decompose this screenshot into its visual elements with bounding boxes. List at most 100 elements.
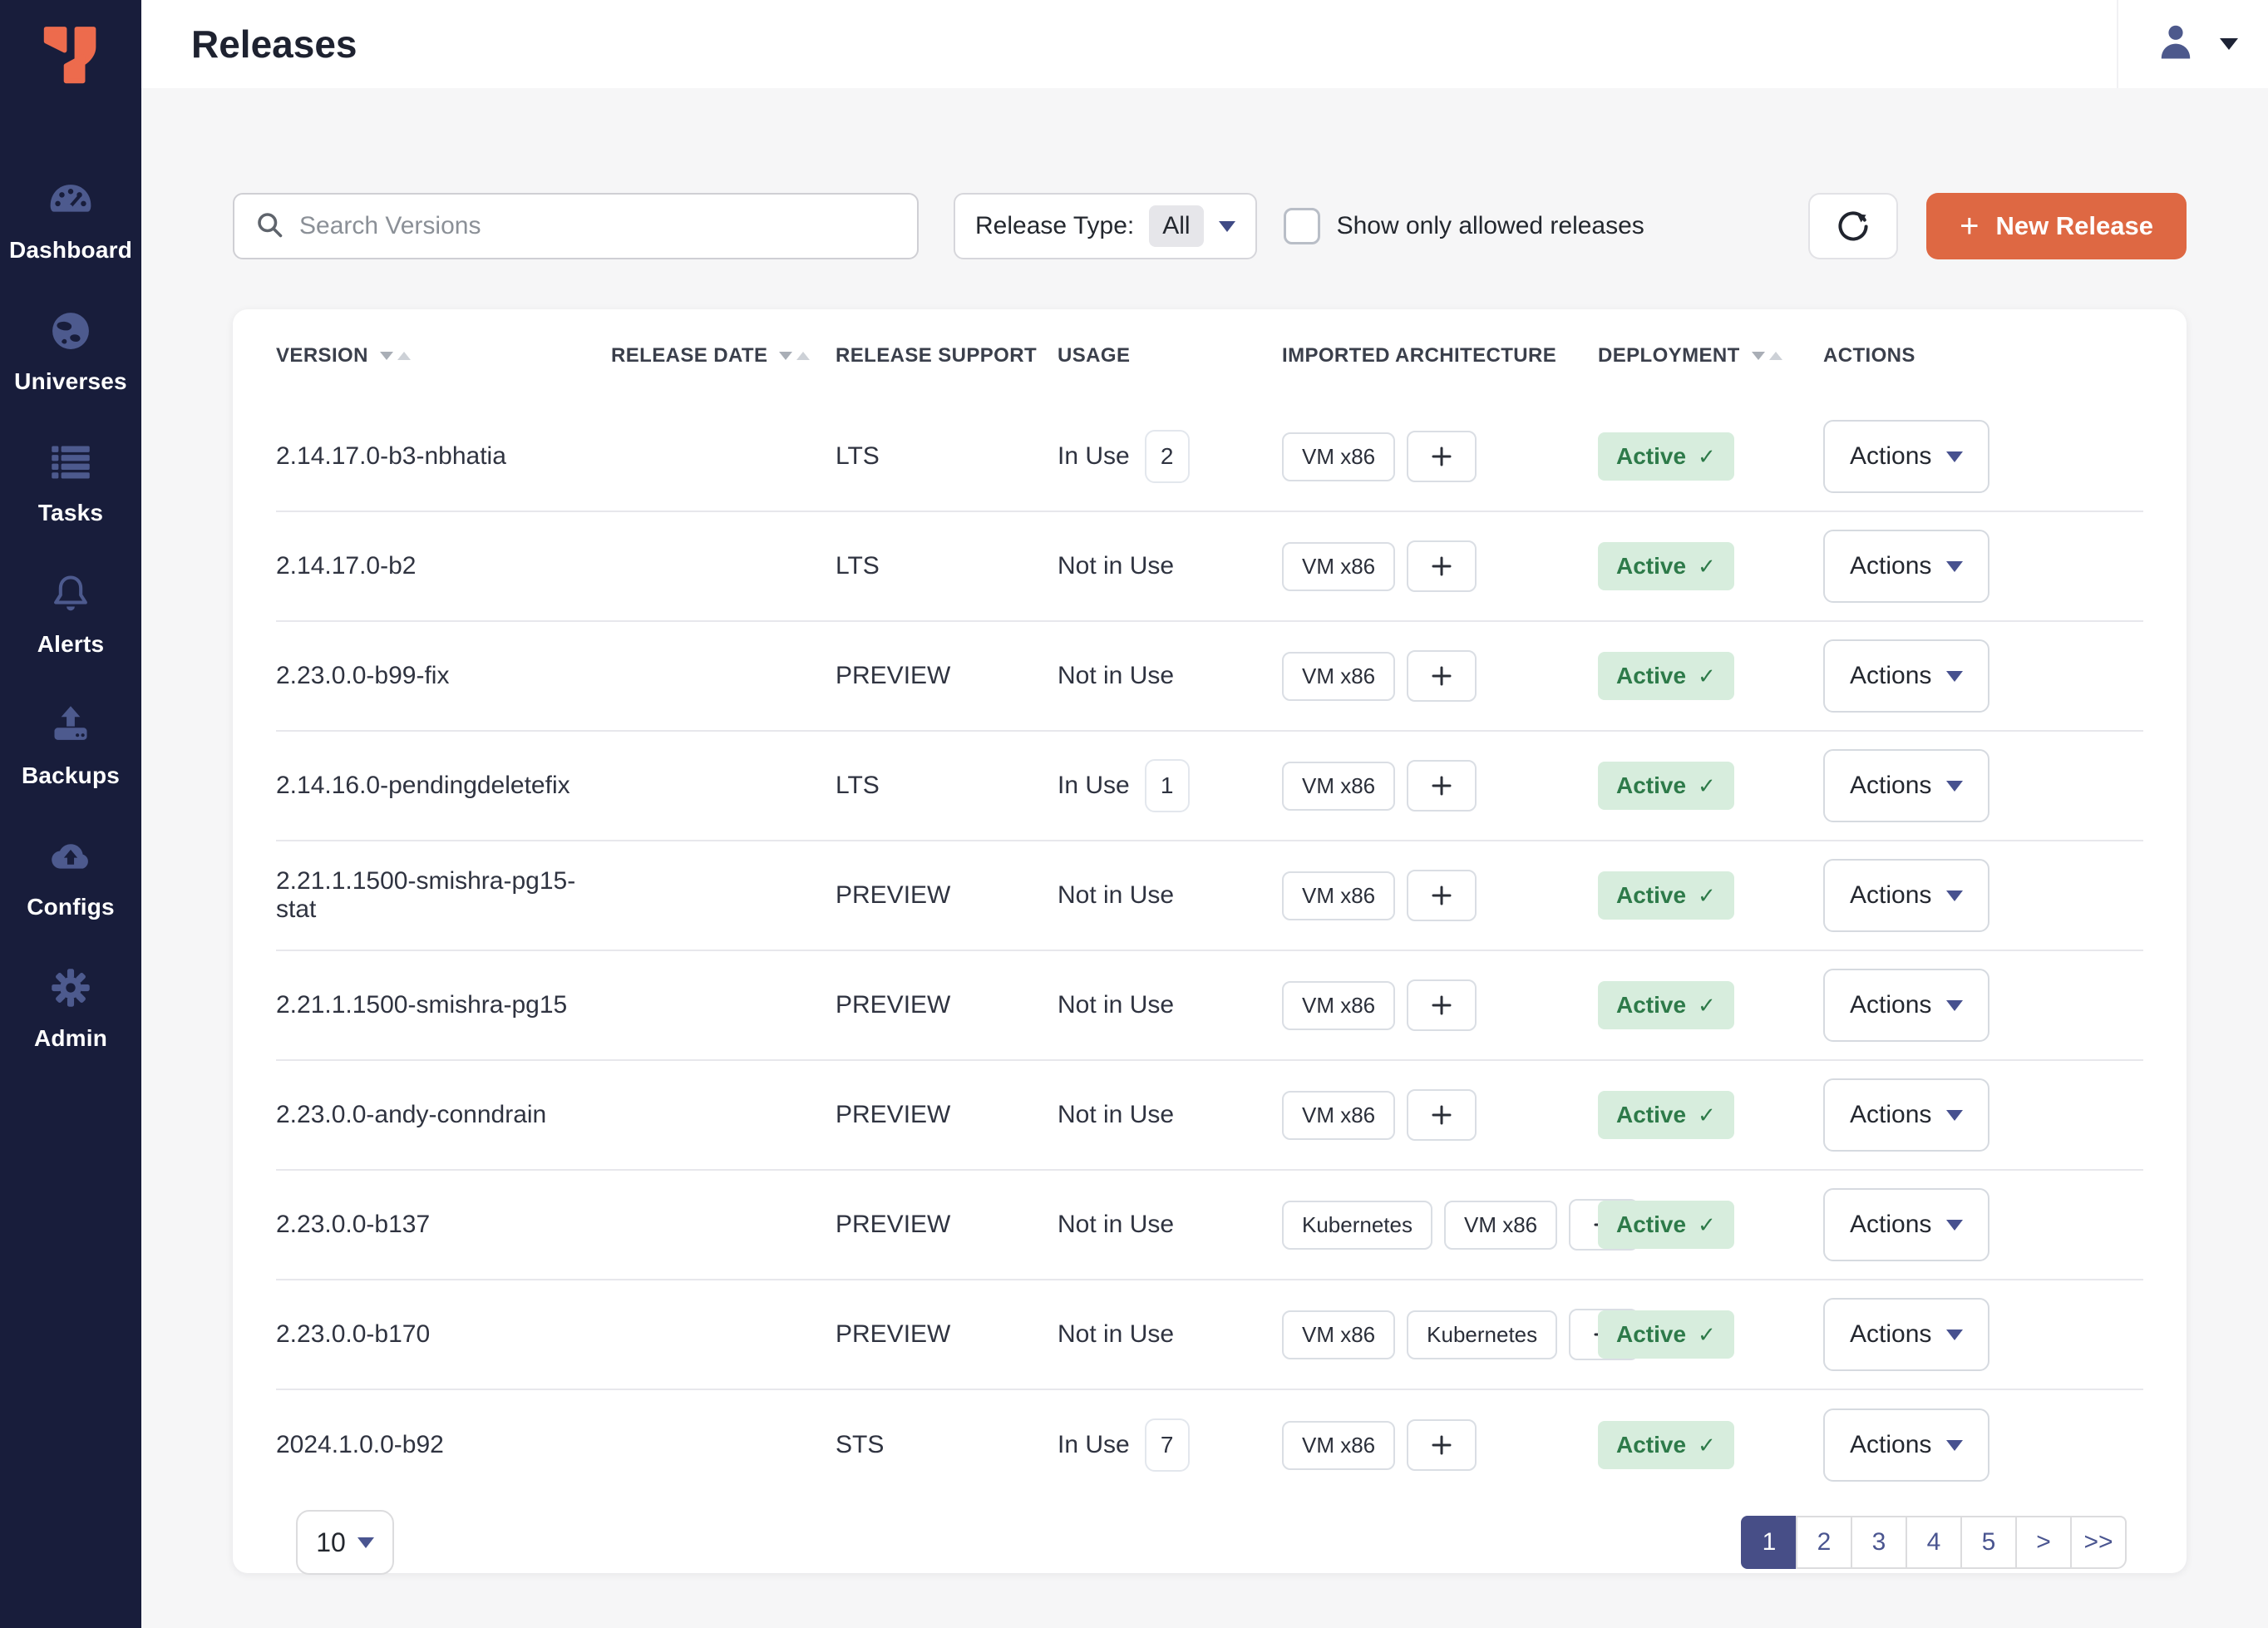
usage-text: Not in Use	[1058, 662, 1174, 690]
release-support: LTS	[836, 552, 1058, 580]
release-usage: Not in Use	[1058, 1211, 1282, 1239]
add-architecture-button[interactable]	[1407, 1419, 1477, 1471]
table-row[interactable]: 2.23.0.0-b137 PREVIEW Not in Use Kuberne…	[276, 1171, 2143, 1280]
release-support: STS	[836, 1431, 1058, 1459]
show-allowed-checkbox[interactable]	[1284, 208, 1320, 244]
table-row[interactable]: 2.23.0.0-b99-fix PREVIEW Not in Use VM x…	[276, 622, 2143, 732]
add-architecture-button[interactable]	[1407, 760, 1477, 812]
usage-count-badge: 7	[1145, 1418, 1190, 1472]
sidebar-item-alerts[interactable]: Alerts	[0, 549, 141, 680]
release-usage: In Use 1	[1058, 759, 1282, 812]
release-version: 2.23.0.0-andy-conndrain	[276, 1101, 611, 1129]
release-usage: In Use 7	[1058, 1418, 1282, 1472]
usage-text: Not in Use	[1058, 552, 1174, 580]
sidebar-item-admin[interactable]: Admin	[0, 943, 141, 1074]
deployment-status-badge: Active ✓	[1598, 652, 1734, 700]
chevron-down-icon	[1946, 451, 1963, 462]
row-actions-button[interactable]: Actions	[1823, 859, 1989, 932]
table-row[interactable]: 2.14.16.0-pendingdeletefix LTS In Use 1 …	[276, 732, 2143, 841]
deployment-status-badge: Active ✓	[1598, 1201, 1734, 1249]
pagination-bar: 10 12345>>>	[276, 1510, 2143, 1575]
release-version: 2.14.17.0-b3-nbhatia	[276, 442, 611, 471]
chevron-down-icon	[1946, 1330, 1963, 1340]
architecture-badge: VM x86	[1282, 1310, 1395, 1359]
add-architecture-button[interactable]	[1407, 1089, 1477, 1141]
table-row[interactable]: 2024.1.0.0-b92 STS In Use 7 VM x86 Activ…	[276, 1390, 2143, 1500]
deployment-status-label: Active	[1616, 663, 1686, 689]
release-version: 2.23.0.0-b99-fix	[276, 662, 611, 690]
deployment-status-badge: Active ✓	[1598, 1091, 1734, 1139]
row-actions-button[interactable]: Actions	[1823, 530, 1989, 603]
page-button-next[interactable]: >	[2015, 1516, 2072, 1569]
usage-text: Not in Use	[1058, 991, 1174, 1019]
sidebar-item-tasks[interactable]: Tasks	[0, 417, 141, 549]
page-button-nextnext[interactable]: >>	[2070, 1516, 2127, 1569]
table-row[interactable]: 2.14.17.0-b2 LTS Not in Use VM x86 Activ…	[276, 512, 2143, 622]
release-usage: Not in Use	[1058, 1101, 1282, 1129]
user-menu[interactable]	[2117, 0, 2268, 88]
check-icon: ✓	[1698, 1433, 1716, 1458]
yugabyte-logo[interactable]	[0, 0, 141, 95]
row-actions-button[interactable]: Actions	[1823, 1298, 1989, 1371]
chevron-down-icon	[1946, 1000, 1963, 1011]
sort-icons	[380, 352, 411, 360]
deployment-status-badge: Active ✓	[1598, 871, 1734, 920]
table-row[interactable]: 2.23.0.0-andy-conndrain PREVIEW Not in U…	[276, 1061, 2143, 1171]
imported-architectures: VM x86	[1282, 760, 1477, 812]
row-actions-button[interactable]: Actions	[1823, 969, 1989, 1042]
refresh-button[interactable]	[1808, 193, 1898, 259]
row-actions-button[interactable]: Actions	[1823, 420, 1989, 493]
deployment-status-label: Active	[1616, 992, 1686, 1019]
alerts-bell-icon	[49, 572, 92, 619]
page-button-2[interactable]: 2	[1796, 1516, 1852, 1569]
sidebar-item-backups[interactable]: Backups	[0, 680, 141, 812]
page-button-1[interactable]: 1	[1741, 1516, 1797, 1569]
column-header-deployment[interactable]: DEPLOYMENT	[1598, 344, 1823, 368]
chevron-down-icon	[357, 1537, 374, 1548]
row-actions-button[interactable]: Actions	[1823, 639, 1989, 713]
add-architecture-button[interactable]	[1407, 431, 1477, 482]
table-row[interactable]: 2.21.1.1500-smishra-pg15 PREVIEW Not in …	[276, 951, 2143, 1061]
deployment-status-badge: Active ✓	[1598, 762, 1734, 810]
sidebar-item-dashboard[interactable]: Dashboard	[0, 155, 141, 286]
add-architecture-button[interactable]	[1407, 650, 1477, 702]
search-icon	[254, 210, 284, 244]
release-usage: Not in Use	[1058, 991, 1282, 1019]
table-row[interactable]: 2.23.0.0-b170 PREVIEW Not in Use VM x86K…	[276, 1280, 2143, 1390]
column-header-release-date[interactable]: RELEASE DATE	[611, 344, 836, 368]
architecture-badge: Kubernetes	[1407, 1310, 1557, 1359]
page-size-dropdown[interactable]: 10	[296, 1510, 394, 1575]
table-row[interactable]: 2.14.17.0-b3-nbhatia LTS In Use 2 VM x86…	[276, 402, 2143, 512]
sidebar-item-universes[interactable]: Universes	[0, 286, 141, 417]
deployment-status-label: Active	[1616, 1102, 1686, 1128]
sidebar-item-configs[interactable]: Configs	[0, 812, 141, 943]
column-header-version[interactable]: VERSION	[276, 344, 611, 368]
releases-toolbar: Release Type: All Show only allowed rele…	[233, 193, 2187, 259]
search-input[interactable]	[299, 212, 897, 240]
page-button-4[interactable]: 4	[1906, 1516, 1962, 1569]
deployment-status-badge: Active ✓	[1598, 542, 1734, 590]
row-actions-button[interactable]: Actions	[1823, 749, 1989, 822]
show-allowed-releases-toggle: Show only allowed releases	[1284, 208, 1644, 244]
sidebar-item-label: Tasks	[38, 500, 103, 526]
chevron-down-icon	[1946, 561, 1963, 572]
add-architecture-button[interactable]	[1407, 979, 1477, 1031]
architecture-badge: VM x86	[1282, 1421, 1395, 1470]
row-actions-button[interactable]: Actions	[1823, 1188, 1989, 1261]
row-actions-button[interactable]: Actions	[1823, 1078, 1989, 1152]
add-architecture-button[interactable]	[1407, 540, 1477, 592]
add-architecture-button[interactable]	[1407, 870, 1477, 921]
chevron-down-icon	[2220, 38, 2238, 50]
architecture-badge: VM x86	[1282, 762, 1395, 811]
page-button-3[interactable]: 3	[1851, 1516, 1907, 1569]
universes-globe-icon	[49, 309, 92, 357]
release-support: PREVIEW	[836, 662, 1058, 690]
page-button-5[interactable]: 5	[1960, 1516, 2017, 1569]
table-header-row: VERSION RELEASE DATE RELEASE SUPPORT USA…	[276, 309, 2143, 402]
plus-icon: +	[1960, 210, 1979, 243]
deployment-status-label: Active	[1616, 882, 1686, 909]
new-release-button[interactable]: + New Release	[1926, 193, 2187, 259]
row-actions-button[interactable]: Actions	[1823, 1408, 1989, 1482]
release-type-dropdown[interactable]: Release Type: All	[954, 193, 1257, 259]
table-row[interactable]: 2.21.1.1500-smishra-pg15-stat PREVIEW No…	[276, 841, 2143, 951]
